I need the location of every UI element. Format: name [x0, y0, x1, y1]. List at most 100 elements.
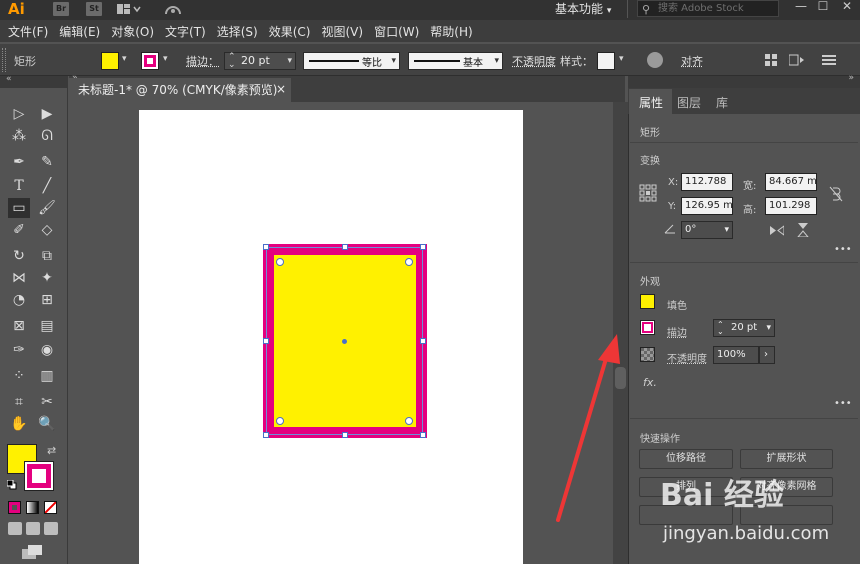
stroke-swatch[interactable] [640, 320, 655, 335]
menu-edit[interactable]: 编辑(E) [59, 23, 100, 40]
menu-object[interactable]: 对象(O) [111, 23, 154, 40]
resize-handle-l[interactable] [263, 338, 269, 344]
x-field[interactable]: 112.788 [681, 173, 733, 191]
chevron-down-icon[interactable]: ▾ [619, 54, 624, 64]
shaper-tool-icon[interactable]: ✐ [8, 220, 30, 240]
menu-type[interactable]: 文字(T) [165, 23, 206, 40]
chevron-down-icon[interactable]: ▾ [724, 222, 729, 238]
stroke-swatch[interactable] [141, 52, 159, 70]
hand-tool-icon[interactable]: ✋ [8, 414, 30, 434]
align-label[interactable]: 对齐 [681, 53, 703, 69]
minimize-button[interactable]: — [790, 0, 812, 14]
resize-handle-b[interactable] [342, 432, 348, 438]
opacity-label[interactable]: 不透明度 [667, 350, 707, 365]
close-tab-icon[interactable]: × [276, 82, 286, 96]
stroke-label[interactable]: 描边： [186, 53, 219, 69]
perspective-grid-tool-icon[interactable]: ⊞ [36, 290, 58, 310]
screen-mode-icon[interactable] [22, 545, 44, 560]
stroke-weight-field[interactable]: ⌃ ⌄ 20 pt ▾ [224, 52, 296, 70]
tab-layers[interactable]: 图层 [677, 94, 701, 111]
lasso-tool-icon[interactable]: ᘏ [36, 126, 58, 146]
document-tab[interactable]: 未标题-1* @ 70% (CMYK/像素预览) [69, 78, 291, 102]
menu-effect[interactable]: 效果(C) [269, 23, 311, 40]
width-tool-icon[interactable]: ⋈ [8, 268, 30, 288]
workspace-switcher[interactable]: 基本功能 ▾ [555, 0, 611, 18]
resize-handle-t[interactable] [342, 244, 348, 250]
blend-tool-icon[interactable]: ◉ [36, 340, 58, 360]
resize-handle-br[interactable] [420, 432, 426, 438]
column-graph-tool-icon[interactable]: ▥ [36, 366, 58, 386]
curvature-tool-icon[interactable]: ✎ [36, 152, 58, 172]
resize-handle-r[interactable] [420, 338, 426, 344]
isolate-object-icon[interactable] [788, 53, 805, 67]
graphic-style-swatch[interactable] [597, 52, 615, 70]
chevron-down-icon[interactable]: ▾ [766, 320, 771, 336]
rotate-tool-icon[interactable]: ↻ [8, 246, 30, 266]
selection-tool-icon[interactable]: ▷ [8, 104, 30, 124]
fx-icon[interactable]: fx. [643, 376, 657, 389]
y-field[interactable]: 126.95 m [681, 197, 733, 215]
stroke-label[interactable]: 描边 [667, 324, 687, 339]
stock-icon[interactable]: St [86, 2, 102, 16]
menu-file[interactable]: 文件(F) [8, 23, 48, 40]
line-tool-icon[interactable]: ╱ [36, 176, 58, 196]
fill-swatch[interactable] [640, 294, 655, 309]
more-options-icon[interactable]: ••• [834, 244, 852, 255]
arrange-documents-icon[interactable] [117, 3, 143, 15]
corner-widget[interactable] [405, 258, 413, 266]
more-options-icon[interactable]: ••• [834, 398, 852, 409]
opacity-field[interactable]: 100% [713, 346, 759, 364]
constrain-proportions-icon[interactable] [829, 186, 843, 202]
type-tool-icon[interactable]: T [8, 176, 30, 196]
symbol-sprayer-tool-icon[interactable]: ⁘ [8, 366, 30, 386]
maximize-button[interactable]: ☐ [812, 0, 834, 14]
paintbrush-tool-icon[interactable]: 🖌 [36, 198, 58, 218]
bridge-icon[interactable]: Br [53, 2, 69, 16]
resize-handle-tl[interactable] [263, 244, 269, 250]
rectangle-tool-icon[interactable]: ▭ [8, 198, 30, 218]
stepper-icon[interactable]: ⌃ ⌄ [717, 321, 724, 336]
scale-tool-icon[interactable]: ⧉ [36, 246, 58, 266]
expand-shape-button[interactable]: 扩展形状 [740, 449, 833, 469]
recolor-artwork-icon[interactable] [647, 52, 663, 68]
variable-width-profile-dropdown[interactable]: 等比 ▾ [303, 52, 400, 70]
slice-tool-icon[interactable]: ✂ [36, 392, 58, 412]
chevron-down-icon[interactable]: ▾ [163, 54, 168, 64]
chevron-down-icon[interactable]: ▾ [122, 54, 127, 64]
offset-path-button[interactable]: 位移路径 [639, 449, 733, 469]
transform-icon[interactable] [765, 54, 777, 66]
artboard-tool-icon[interactable]: ⌗ [8, 392, 30, 412]
gradient-tool-icon[interactable]: ▤ [36, 316, 58, 336]
eyedropper-tool-icon[interactable]: ✑ [8, 340, 30, 360]
menu-window[interactable]: 窗口(W) [374, 23, 419, 40]
chevron-down-icon[interactable]: ▾ [287, 56, 292, 66]
shape-builder-tool-icon[interactable]: ◔ [8, 290, 30, 310]
swap-fill-stroke-icon[interactable]: ⇄ [47, 444, 56, 457]
corner-widget[interactable] [405, 417, 413, 425]
magic-wand-tool-icon[interactable]: ⁂ [8, 126, 30, 146]
flip-horizontal-icon[interactable] [770, 225, 785, 236]
stock-search-input[interactable]: ⚲ 搜索 Adobe Stock [637, 0, 779, 17]
none-mode-icon[interactable] [44, 501, 57, 514]
opacity-label[interactable]: 不透明度 [512, 53, 556, 69]
stroke-color-widget[interactable] [24, 461, 54, 491]
fill-swatch[interactable] [101, 52, 119, 70]
color-mode-icon[interactable] [8, 501, 21, 514]
menu-select[interactable]: 选择(S) [217, 23, 258, 40]
tab-properties[interactable]: 属性 [639, 94, 663, 111]
eraser-tool-icon[interactable]: ◇ [36, 220, 58, 240]
tools-panel-header[interactable]: « [0, 74, 68, 88]
panel-menu-icon[interactable] [822, 54, 836, 66]
corner-widget[interactable] [276, 417, 284, 425]
menu-help[interactable]: 帮助(H) [430, 23, 472, 40]
draw-inside-icon[interactable] [44, 522, 58, 535]
grip-handle[interactable] [2, 48, 6, 72]
draw-normal-icon[interactable] [8, 522, 22, 535]
stepper-icon[interactable]: ⌃ ⌄ [228, 53, 236, 70]
draw-behind-icon[interactable] [26, 522, 40, 535]
stroke-weight-field[interactable]: ⌃ ⌄ 20 pt ▾ [713, 319, 775, 337]
height-field[interactable]: 101.298 [765, 197, 817, 215]
mesh-tool-icon[interactable]: ⊠ [8, 316, 30, 336]
direct-selection-tool-icon[interactable]: ▶ [36, 104, 58, 124]
menu-view[interactable]: 视图(V) [321, 23, 363, 40]
